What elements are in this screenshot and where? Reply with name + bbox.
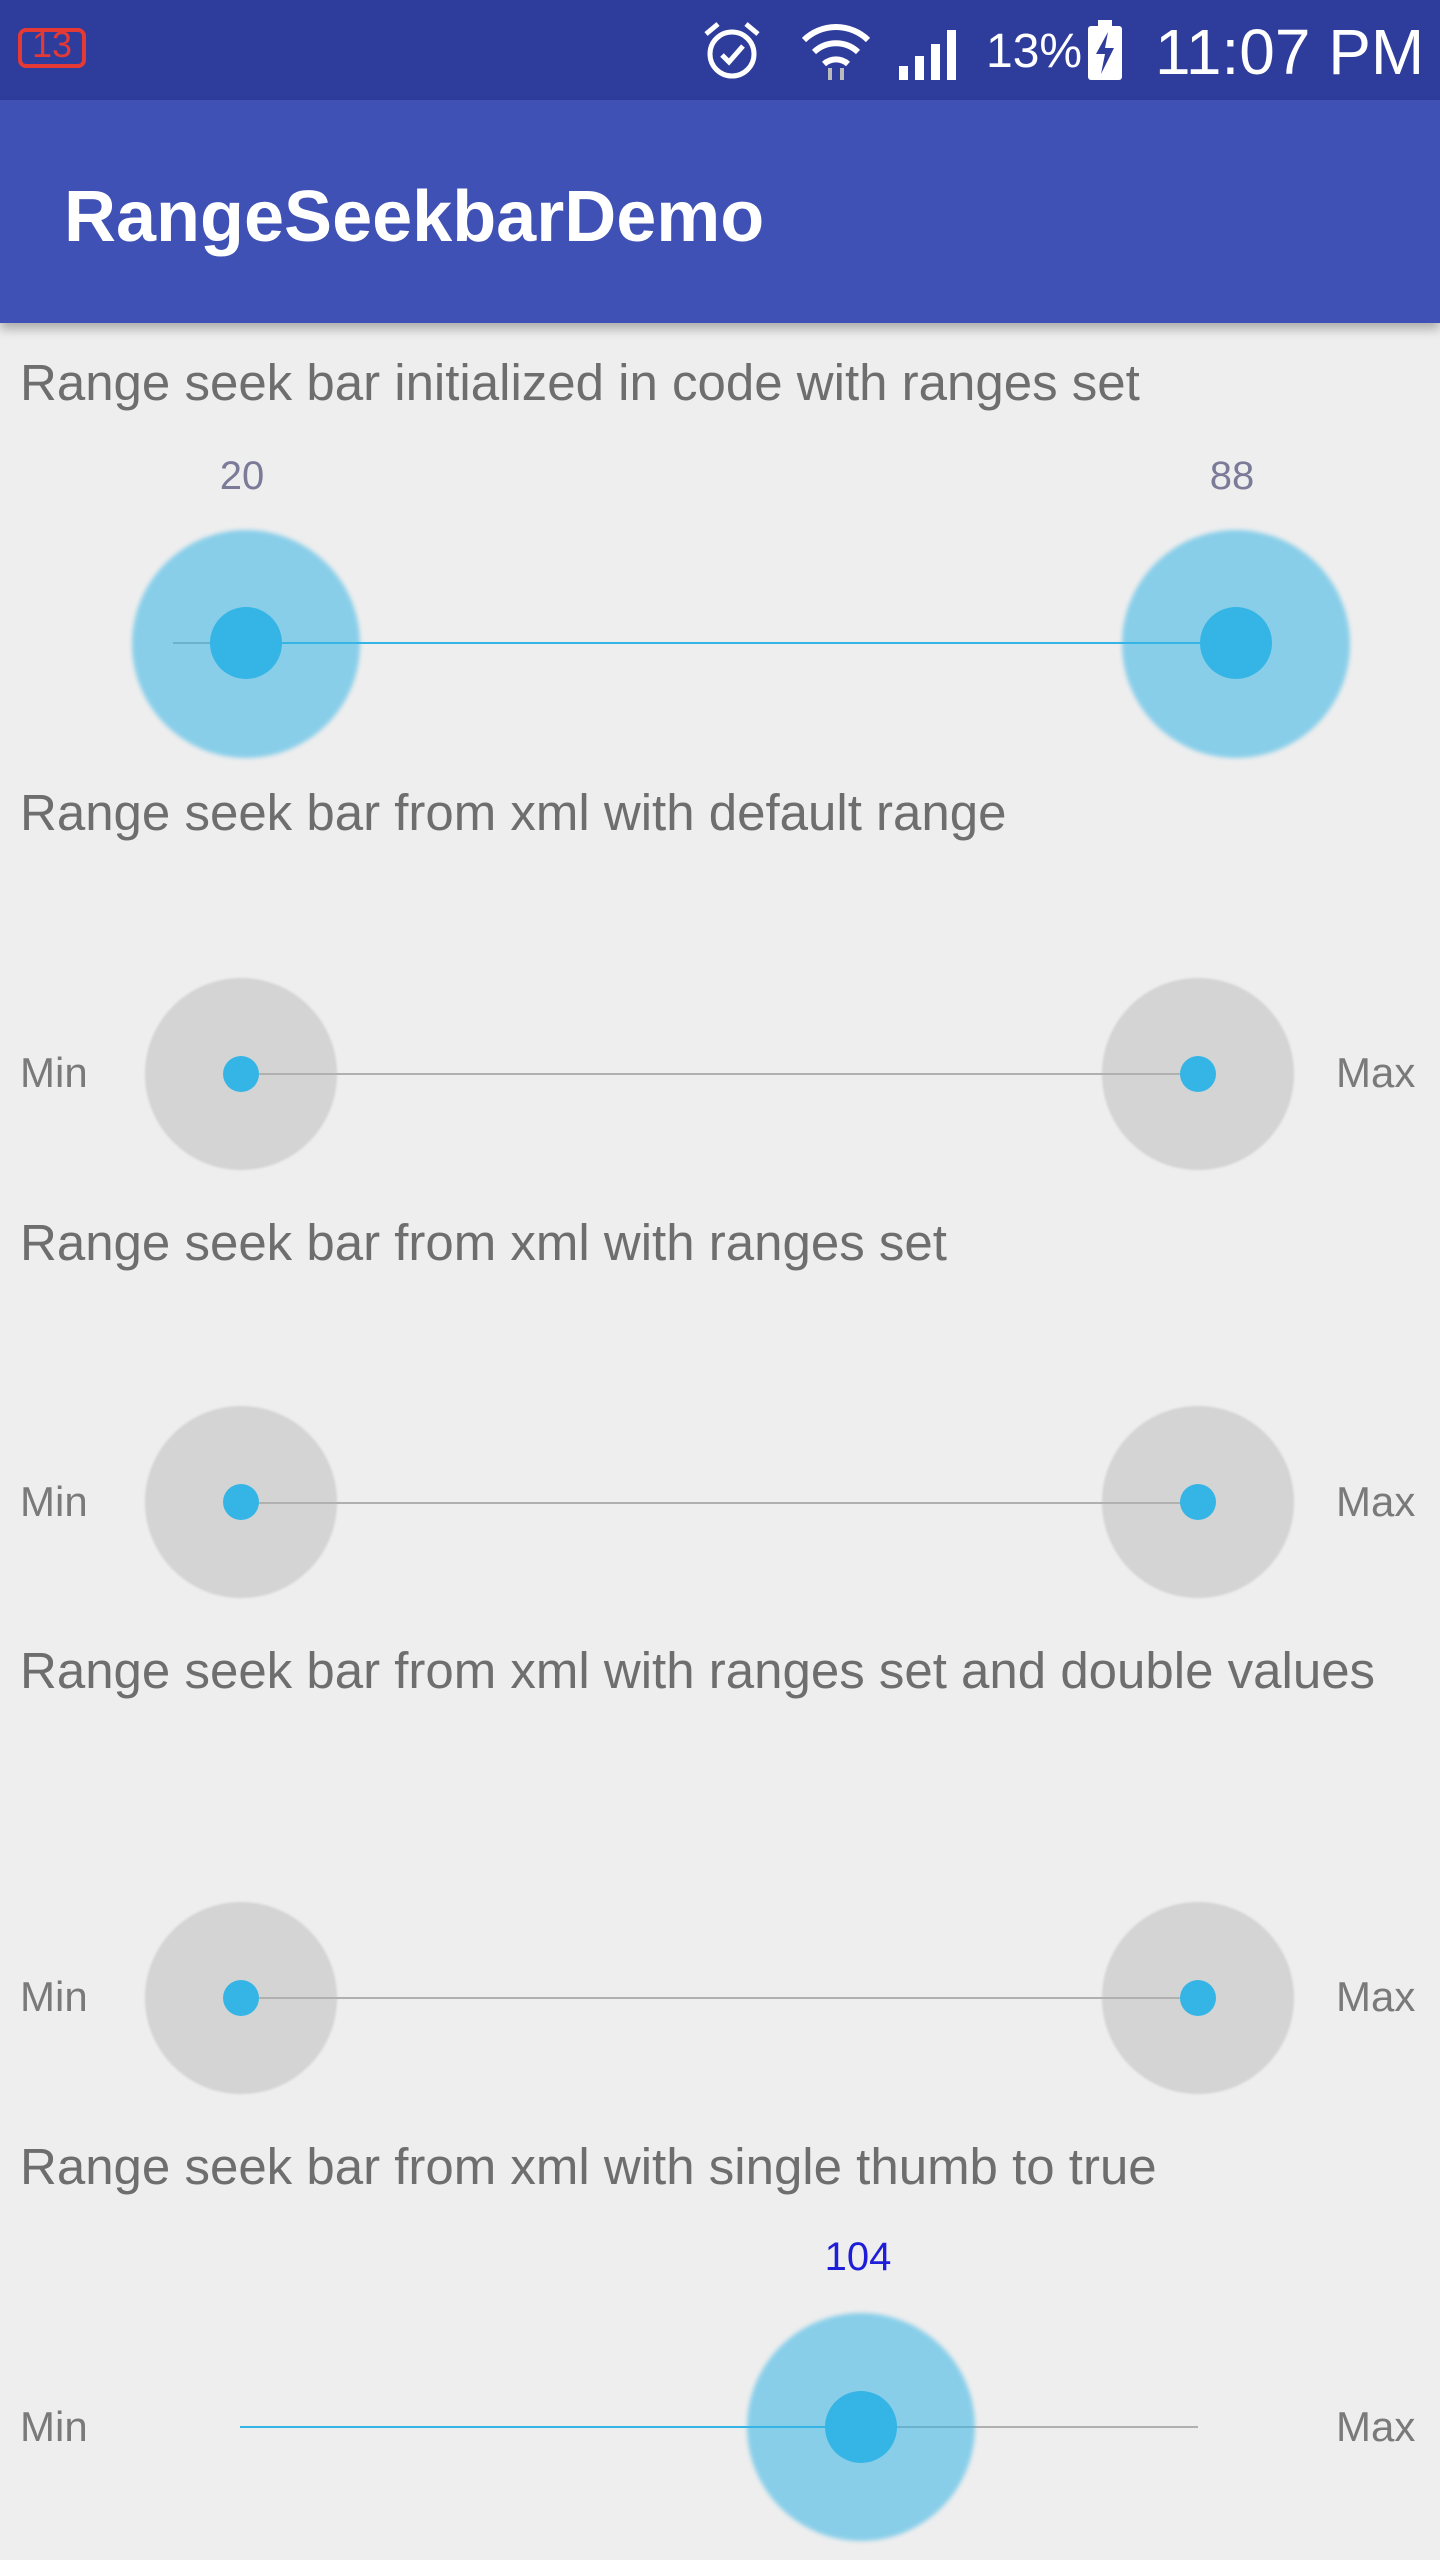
battery-charging-icon <box>1085 18 1125 82</box>
max-label: Max <box>1336 1049 1416 1096</box>
section-label: Range seek bar from xml with ranges set <box>20 1214 947 1271</box>
app-bar: RangeSeekbarDemo <box>0 100 1440 323</box>
range-max-thumb-dot <box>1180 1484 1216 1520</box>
single-thumb-dot <box>825 2391 897 2463</box>
range-max-thumb-dot <box>1200 607 1272 679</box>
battery-percent: 13% <box>986 25 1083 78</box>
section-label: Range seek bar initialized in code with … <box>20 354 1140 411</box>
range-min-thumb-dot <box>223 1056 259 1092</box>
min-label: Min <box>20 2403 88 2450</box>
range-track <box>240 1073 1198 1075</box>
notification-count-icon: 13 <box>16 22 88 74</box>
alarm-icon <box>700 18 764 82</box>
status-bar: 13 13% 11:07 PM <box>0 0 1440 100</box>
range-max-thumb-dot <box>1180 1056 1216 1092</box>
range-track <box>240 1502 1198 1504</box>
section-label: Range seek bar from xml with default ran… <box>20 784 1007 841</box>
section-label: Range seek bar from xml with single thum… <box>20 2138 1157 2195</box>
status-time: 11:07 PM <box>1155 16 1425 88</box>
signal-icon <box>895 18 967 82</box>
max-label: Max <box>1336 1478 1416 1525</box>
max-label: Max <box>1336 2403 1416 2450</box>
min-label: Min <box>20 1478 88 1525</box>
range-track-selected <box>246 642 1236 644</box>
range-min-thumb-dot <box>223 1980 259 2016</box>
range-min-thumb-dot <box>210 607 282 679</box>
min-label: Min <box>20 1049 88 1096</box>
range-max-thumb-dot <box>1180 1980 1216 2016</box>
min-label: Min <box>20 1973 88 2020</box>
wifi-icon <box>800 18 872 82</box>
notification-count: 13 <box>31 24 73 65</box>
range-min-value: 20 <box>219 454 265 498</box>
max-label: Max <box>1336 1973 1416 2020</box>
range-min-thumb-dot <box>223 1484 259 1520</box>
range-max-value: 88 <box>1209 454 1255 498</box>
app-title: RangeSeekbarDemo <box>64 177 765 257</box>
range-track <box>240 1997 1198 1999</box>
section-label: Range seek bar from xml with ranges set … <box>20 1642 1376 1699</box>
single-thumb-value: 104 <box>824 2235 892 2279</box>
